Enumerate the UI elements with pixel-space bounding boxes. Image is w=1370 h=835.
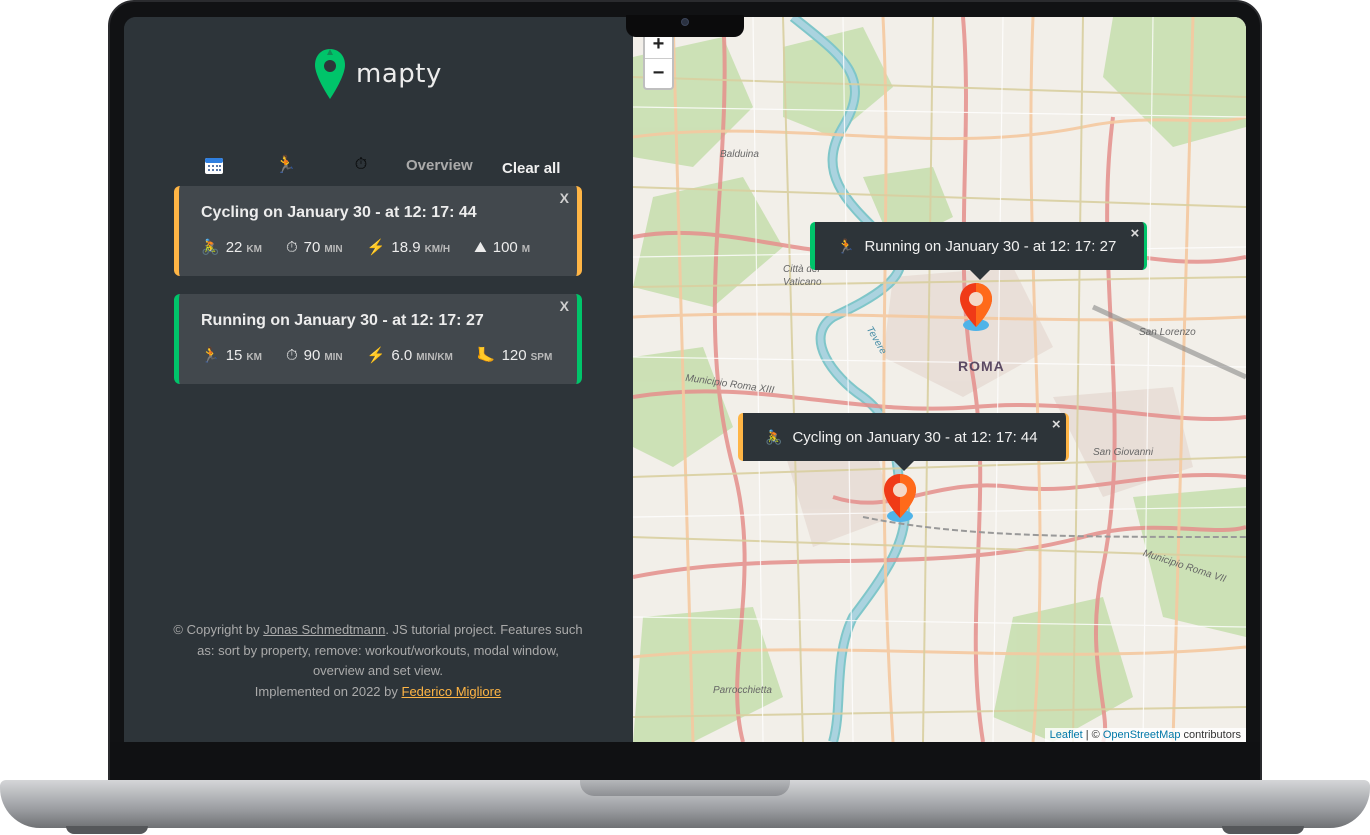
- workout-card-cycling[interactable]: Cycling on January 30 - at 12: 17: 44 X …: [174, 186, 582, 276]
- copyright-prefix: © Copyright by: [173, 622, 264, 637]
- camera-notch: [626, 15, 744, 37]
- stat-value: 100: [492, 238, 518, 256]
- foot-icon: 🦶: [476, 347, 496, 364]
- stat-value: 15: [225, 347, 243, 364]
- sort-toolbar: 🏃 ⏱ Overview Clear all: [202, 151, 572, 181]
- stat-unit: km: [246, 244, 262, 255]
- overview-button[interactable]: Overview: [406, 151, 473, 179]
- popup-text: Cycling on January 30 - at 12: 17: 44: [792, 428, 1038, 446]
- calendar-icon: [205, 157, 223, 174]
- stat-duration: ⏱ 90 min: [286, 347, 343, 364]
- sort-by-duration-button[interactable]: ⏱: [349, 151, 373, 179]
- stopwatch-icon: ⏱: [285, 238, 298, 256]
- overview-label: Overview: [406, 156, 473, 174]
- zoom-control: + −: [643, 28, 674, 90]
- attribution-separator: | ©: [1082, 729, 1103, 741]
- lightning-icon: ⚡: [366, 347, 386, 364]
- stat-pace: ⚡ 6.0 min/km: [367, 346, 453, 364]
- map-popup-cycling[interactable]: 🚴 Cycling on January 30 - at 12: 17: 44 …: [738, 413, 1069, 471]
- workout-title: Running on January 30 - at 12: 17: 27: [201, 312, 484, 329]
- stat-value: 70: [303, 238, 321, 256]
- bicycle-icon: 🚴: [201, 239, 220, 256]
- stat-unit: spm: [530, 352, 553, 363]
- implemented-prefix: Implemented on 2022 by: [254, 683, 402, 699]
- laptop-base-notch: [580, 780, 790, 796]
- stopwatch-icon: ⏱: [354, 156, 368, 173]
- stat-cadence: 🦶 120 spm: [477, 346, 552, 364]
- workout-stats: 🏃 15 km ⏱ 90 min ⚡ 6.0 min/km: [201, 346, 576, 365]
- runner-icon: 🏃: [201, 347, 220, 364]
- runner-icon: 🏃: [837, 237, 855, 254]
- screen: mapty 🏃 ⏱ Overview Clear all Cycling on …: [124, 17, 1246, 742]
- stat-value: 90: [303, 346, 321, 364]
- camera-icon: [681, 18, 689, 26]
- stat-duration: ⏱ 70 min: [286, 239, 343, 256]
- map[interactable]: ROMA Balduina Città del Vaticano Municip…: [633, 17, 1246, 742]
- implementer-link[interactable]: Federico Migliore: [402, 684, 502, 699]
- stat-value: 6.0: [391, 347, 413, 364]
- laptop-chin: [110, 742, 1260, 782]
- map-attribution: Leaflet | © OpenStreetMap contributors: [1044, 728, 1246, 742]
- author-link[interactable]: Jonas Schmedtmann: [263, 622, 385, 637]
- copyright: © Copyright by Jonas Schmedtmann. JS tut…: [172, 620, 584, 702]
- stat-unit: min: [324, 243, 343, 255]
- runner-icon: 🏃: [275, 155, 297, 174]
- workout-stats: 🚴 22 km ⏱ 70 min ⚡ 18.9 km/h: [201, 238, 554, 257]
- sort-by-date-button[interactable]: [202, 151, 226, 179]
- zoom-out-button[interactable]: −: [645, 59, 672, 88]
- workout-card-running[interactable]: Running on January 30 - at 12: 17: 27 X …: [174, 294, 582, 384]
- stat-speed: ⚡ 18.9 km/h: [367, 238, 450, 256]
- laptop-foot-left: [66, 826, 148, 834]
- popup-text: Running on January 30 - at 12: 17: 27: [864, 237, 1117, 255]
- stat-unit: min/km: [416, 352, 453, 363]
- stopwatch-icon: ⏱: [285, 346, 298, 364]
- workout-delete-button[interactable]: X: [560, 190, 569, 206]
- popup-tip: [969, 270, 990, 280]
- stat-distance: 🚴 22 km: [201, 238, 262, 256]
- stat-value: 22: [225, 239, 243, 256]
- stat-distance: 🏃 15 km: [201, 346, 262, 364]
- sort-by-type-button[interactable]: 🏃: [274, 151, 298, 179]
- stat-value: 18.9: [391, 239, 421, 256]
- stat-unit: km: [246, 352, 262, 363]
- logo: mapty: [314, 47, 442, 101]
- map-label-san-lorenzo: San Lorenzo: [1139, 327, 1196, 338]
- stat-unit: km/h: [424, 244, 451, 255]
- stat-value: 120: [501, 347, 527, 364]
- stat-unit: m: [521, 243, 531, 255]
- map-label-san-giovanni: San Giovanni: [1093, 447, 1154, 458]
- workout-title: Cycling on January 30 - at 12: 17: 44: [201, 204, 477, 221]
- popup-close-button[interactable]: ×: [1131, 225, 1140, 242]
- map-marker-cycling-icon[interactable]: [882, 472, 918, 524]
- mountain-icon: ⛰: [474, 238, 487, 256]
- osm-link[interactable]: OpenStreetMap: [1103, 729, 1181, 741]
- laptop-foot-right: [1222, 826, 1304, 834]
- laptop-frame: mapty 🏃 ⏱ Overview Clear all Cycling on …: [0, 0, 1370, 835]
- lightning-icon: ⚡: [366, 239, 386, 256]
- clear-all-button[interactable]: Clear all: [502, 154, 560, 182]
- map-label-parrocchietta: Parrocchietta: [713, 685, 772, 696]
- clear-all-label: Clear all: [502, 159, 561, 177]
- bicycle-icon: 🚴: [765, 428, 783, 445]
- map-label-roma: ROMA: [958, 358, 1005, 374]
- popup-tip: [894, 461, 915, 471]
- map-pin-logo-icon: [315, 49, 345, 99]
- stat-elevation: ⛰ 100 m: [474, 239, 530, 256]
- stat-unit: min: [324, 351, 343, 363]
- sidebar: mapty 🏃 ⏱ Overview Clear all Cycling on …: [124, 17, 633, 742]
- map-marker-running-icon[interactable]: [958, 281, 994, 333]
- workout-delete-button[interactable]: X: [560, 298, 569, 314]
- map-popup-running[interactable]: 🏃 Running on January 30 - at 12: 17: 27 …: [810, 222, 1148, 280]
- attribution-suffix: contributors: [1180, 729, 1241, 741]
- popup-close-button[interactable]: ×: [1052, 416, 1061, 433]
- leaflet-link[interactable]: Leaflet: [1050, 729, 1083, 741]
- map-label-balduina: Balduina: [720, 149, 759, 160]
- app-name: mapty: [356, 59, 442, 89]
